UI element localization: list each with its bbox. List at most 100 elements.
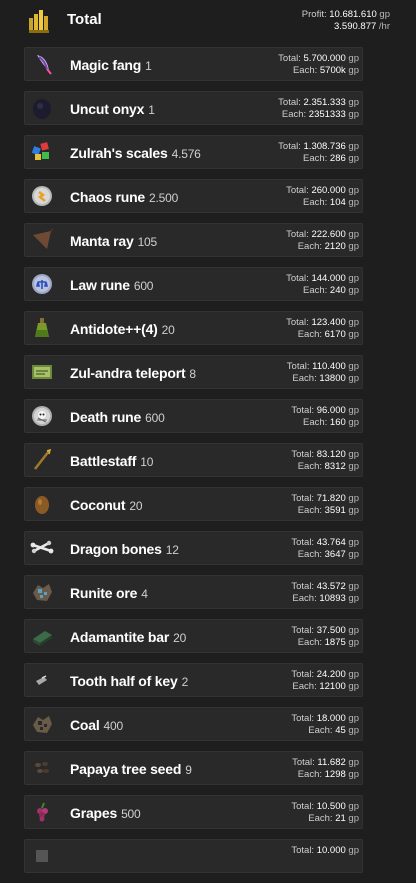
item-name: Uncut onyx 1: [70, 101, 155, 117]
item-name: Adamantite bar 20: [70, 629, 186, 645]
gp-unit: gp: [348, 813, 359, 824]
item-name-text: Battlestaff: [70, 453, 137, 469]
item-each-value: 10893: [319, 593, 346, 604]
total-label: Total:: [278, 53, 301, 64]
loot-item-row[interactable]: Manta ray 105 Total: 222.600 gp Each: 2120 …: [24, 223, 363, 257]
loot-item-row[interactable]: Magic fang 1 Total: 5.700.000 gp Each: 5700…: [24, 47, 363, 81]
each-label: Each:: [292, 65, 318, 76]
loot-item-row[interactable]: Adamantite bar 20 Total: 37.500 gp Each: 18…: [24, 619, 363, 653]
item-total-value: 24.200: [316, 669, 346, 680]
item-name: Dragon bones 12: [70, 541, 179, 557]
item-name: Tooth half of key 2: [70, 673, 188, 689]
item-name: Coconut 20: [70, 497, 143, 513]
item-name: Law rune 600: [70, 277, 153, 293]
each-label: Each:: [302, 285, 328, 296]
item-name-text: Law rune: [70, 277, 130, 293]
total-label: Total:: [291, 493, 315, 504]
each-label: Each:: [292, 681, 317, 692]
chaos-rune-icon: [32, 186, 52, 206]
loot-item-row[interactable]: Uncut onyx 1 Total: 2.351.333 gp Each: 2351…: [24, 91, 363, 125]
total-label: Total:: [286, 229, 309, 240]
item-name-text: Death rune: [70, 409, 142, 425]
item-name: Battlestaff 10: [70, 453, 153, 469]
item-name-text: Adamantite bar: [70, 629, 170, 645]
loot-item-row[interactable]: Antidote++(4) 20 Total: 123.400 gp Each: 61…: [24, 311, 363, 345]
item-each-value: 8312: [324, 461, 346, 472]
item-stats: Total: 1.308.736 gp Each: 286 gp: [278, 141, 359, 165]
item-quantity: 4.576: [171, 147, 201, 161]
each-label: Each:: [297, 329, 322, 340]
item-name: Death rune 600: [70, 409, 165, 425]
item-quantity: 500: [121, 807, 141, 821]
gp-unit: gp: [348, 681, 359, 692]
item-name-text: Zul-andra teleport: [70, 365, 186, 381]
gp-unit: gp: [348, 109, 359, 120]
profit-summary: Profit: 10.681.610 gp 3.590.877 /hr: [302, 9, 390, 33]
item-name: [70, 849, 74, 865]
dragon-bones-icon: [30, 540, 54, 554]
total-title: Total: [67, 11, 102, 28]
law-rune-icon: [32, 274, 52, 294]
each-label: Each:: [302, 153, 328, 164]
item-total-value: 18.000: [316, 713, 346, 724]
loot-item-row[interactable]: Death rune 600 Total: 96.000 gp Each: 160 g…: [24, 399, 363, 433]
item-stats: Total: 71.820 gp Each: 3591 gp: [291, 493, 359, 517]
loot-item-row[interactable]: Coal 400 Total: 18.000 gp Each: 45 gp: [24, 707, 363, 741]
item-name-text: Coal: [70, 717, 100, 733]
gp-unit: gp: [348, 153, 359, 164]
gp-unit: gp: [348, 97, 359, 108]
item-name: Runite ore 4: [70, 585, 148, 601]
gp-unit: gp: [348, 581, 359, 592]
loot-item-row[interactable]: Coconut 20 Total: 71.820 gp Each: 3591 gp: [24, 487, 363, 521]
item-name-text: Zulrah's scales: [70, 145, 168, 161]
item-total-value: 260.000: [311, 185, 346, 196]
item-each-value: 3591: [324, 505, 346, 516]
item-stats: Total: 83.120 gp Each: 8312 gp: [291, 449, 359, 473]
item-total-value: 5.700.000: [303, 53, 346, 64]
item-quantity: 12: [165, 543, 179, 557]
item-name: Magic fang 1: [70, 57, 152, 73]
item-each-value: 5700k: [319, 65, 346, 76]
item-each-value: 286: [329, 153, 346, 164]
loot-item-row[interactable]: Dragon bones 12 Total: 43.764 gp Each: 3647…: [24, 531, 363, 565]
item-each-value: 2351333: [308, 109, 346, 120]
item-each-value: 21: [335, 813, 346, 824]
each-label: Each:: [297, 549, 322, 560]
loot-item-row[interactable]: Law rune 600 Total: 144.000 gp Each: 240 gp: [24, 267, 363, 301]
profit-label: Profit:: [301, 9, 327, 20]
loot-header: Total Profit: 10.681.610 gp 3.590.877 /h…: [0, 0, 416, 40]
gp-unit: gp: [348, 625, 359, 636]
total-label: Total:: [278, 141, 301, 152]
item-name: Manta ray 105: [70, 233, 157, 249]
loot-item-row[interactable]: Total: 10.000 gp: [24, 839, 363, 873]
loot-item-row[interactable]: Zul-andra teleport 8 Total: 110.400 gp Each…: [24, 355, 363, 389]
item-stats: Total: 18.000 gp Each: 45 gp: [291, 713, 359, 737]
each-label: Each:: [297, 241, 322, 252]
loot-item-row[interactable]: Chaos rune 2.500 Total: 260.000 gp Each: 10…: [24, 179, 363, 213]
loot-item-row[interactable]: Papaya tree seed 9 Total: 11.682 gp Each: 1…: [24, 751, 363, 785]
loot-item-row[interactable]: Zulrah's scales 4.576 Total: 1.308.736 gp E…: [24, 135, 363, 169]
item-quantity: 20: [129, 499, 143, 513]
each-label: Each:: [302, 197, 328, 208]
gp-unit: gp: [348, 285, 359, 296]
gp-unit: gp: [348, 329, 359, 340]
rate-value: 3.590.877: [334, 21, 377, 32]
item-name-text: Papaya tree seed: [70, 761, 182, 777]
item-quantity: 105: [137, 235, 158, 249]
item-name: Zulrah's scales 4.576: [70, 145, 201, 161]
gp-unit: gp: [348, 669, 359, 680]
loot-item-row[interactable]: Grapes 500 Total: 10.500 gp Each: 21 gp: [24, 795, 363, 829]
item-quantity: 10: [140, 455, 154, 469]
seed-icon: [35, 762, 49, 773]
item-name: Zul-andra teleport 8: [70, 365, 196, 381]
item-quantity: 4: [141, 587, 148, 601]
item-stats: Total: 96.000 gp Each: 160 gp: [291, 405, 359, 429]
loot-item-row[interactable]: Tooth half of key 2 Total: 24.200 gp Each: …: [24, 663, 363, 697]
item-quantity: 400: [103, 719, 124, 733]
item-stats: Total: 10.500 gp Each: 21 gp: [291, 801, 359, 825]
loot-item-row[interactable]: Battlestaff 10 Total: 83.120 gp Each: 8312 …: [24, 443, 363, 477]
loot-item-row[interactable]: Runite ore 4 Total: 43.572 gp Each: 10893 g…: [24, 575, 363, 609]
item-total-value: 10.500: [316, 801, 346, 812]
grapes-icon: [37, 802, 48, 822]
item-quantity: 600: [133, 279, 154, 293]
